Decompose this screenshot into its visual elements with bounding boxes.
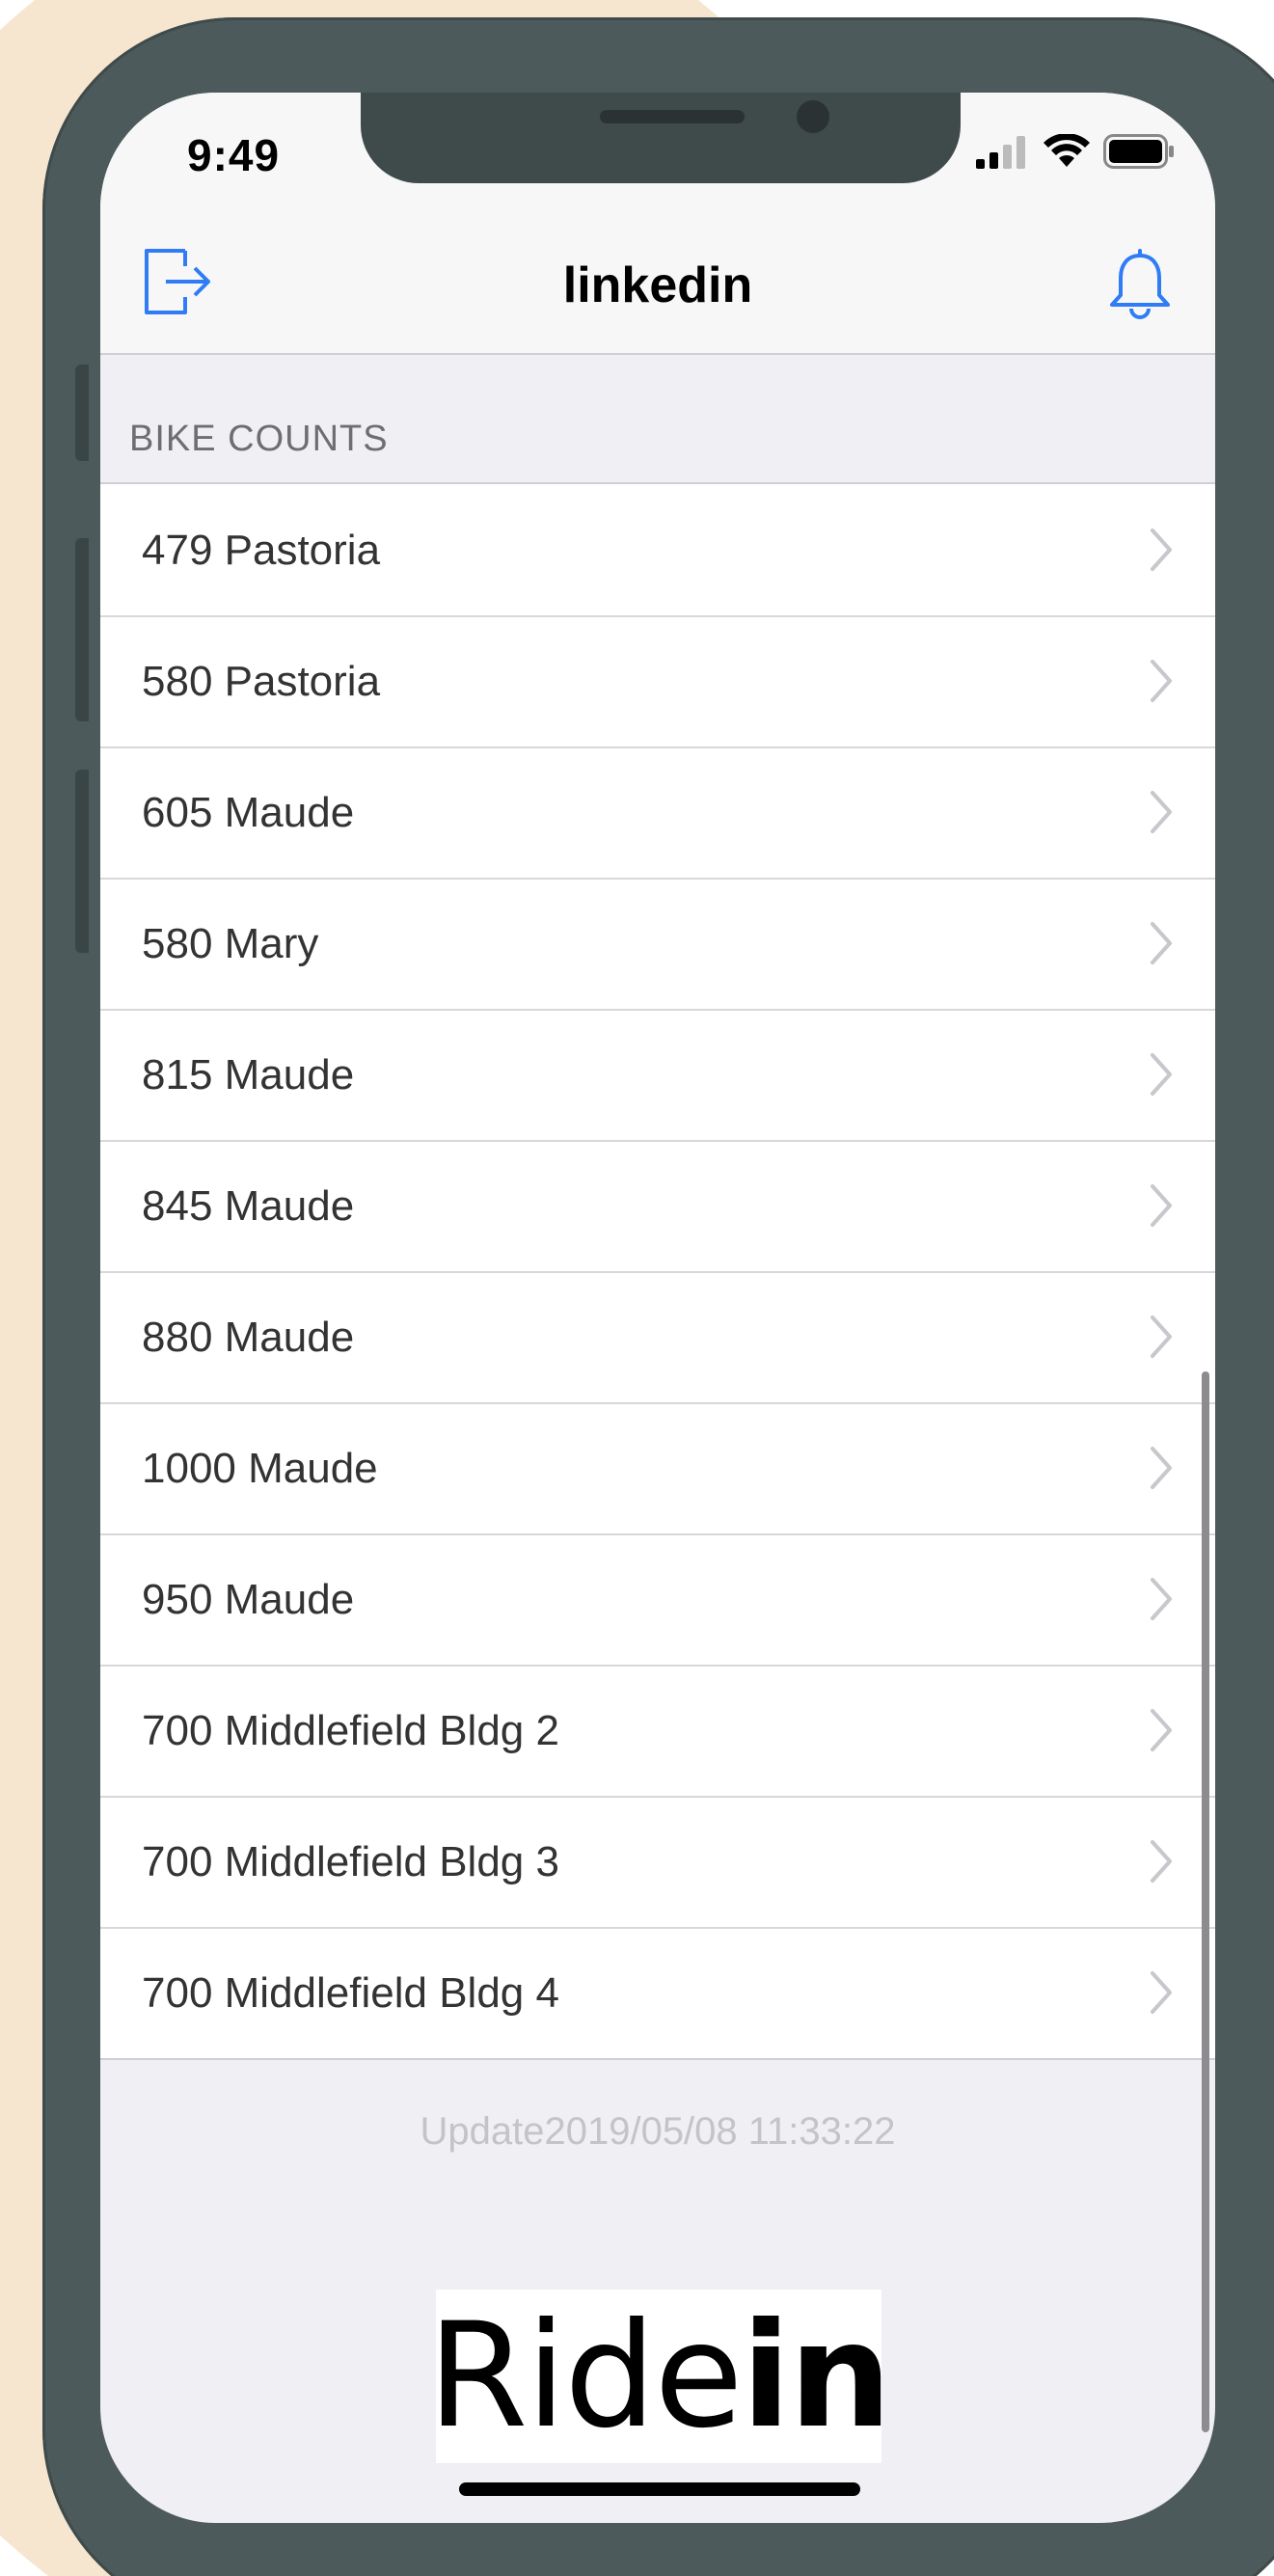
list-item-label: 605 Maude bbox=[142, 789, 355, 836]
list-item-label: 700 Middlefield Bldg 3 bbox=[142, 1838, 559, 1885]
status-time: 9:49 bbox=[187, 130, 281, 180]
status-bar: 9:49 bbox=[100, 93, 1215, 208]
list-item[interactable]: 700 Middlefield Bldg 3 bbox=[100, 1796, 1215, 1927]
list-item-label: 950 Maude bbox=[142, 1576, 355, 1623]
scroll-indicator bbox=[1202, 1371, 1209, 2432]
status-icons bbox=[976, 133, 1177, 174]
list-item[interactable]: 479 Pastoria bbox=[100, 484, 1215, 615]
list-item-label: 580 Pastoria bbox=[142, 658, 381, 705]
chevron-right-icon bbox=[1151, 1578, 1172, 1620]
cellular-signal-icon bbox=[976, 136, 1030, 174]
list-item[interactable]: 845 Maude bbox=[100, 1140, 1215, 1271]
list-item[interactable]: 1000 Maude bbox=[100, 1402, 1215, 1533]
list-item-label: 880 Maude bbox=[142, 1314, 355, 1361]
ridein-logo: Ride in bbox=[427, 2290, 892, 2463]
speaker bbox=[600, 110, 745, 123]
wifi-icon bbox=[1044, 133, 1090, 174]
list-item-label: 1000 Maude bbox=[142, 1445, 378, 1492]
chevron-right-icon bbox=[1151, 660, 1172, 702]
chevron-right-icon bbox=[1151, 922, 1172, 964]
list-item[interactable]: 580 Mary bbox=[100, 878, 1215, 1009]
notifications-button[interactable] bbox=[1107, 245, 1173, 322]
volume-up-button bbox=[75, 538, 89, 721]
bike-counts-list: 479 Pastoria 580 Pastoria 605 Maude 580 Mar… bbox=[100, 482, 1215, 2060]
section-header: BIKE COUNTS bbox=[129, 419, 389, 459]
bell-icon bbox=[1110, 249, 1170, 319]
volume-down-button bbox=[75, 770, 89, 953]
list-item-label: 815 Maude bbox=[142, 1051, 355, 1098]
battery-icon bbox=[1103, 134, 1177, 174]
chevron-right-icon bbox=[1151, 1184, 1172, 1227]
list-item[interactable]: 815 Maude bbox=[100, 1009, 1215, 1140]
list-item[interactable]: 950 Maude bbox=[100, 1533, 1215, 1665]
logo-text-bold: in bbox=[741, 2292, 892, 2460]
list-item-label: 700 Middlefield Bldg 2 bbox=[142, 1707, 559, 1754]
chevron-right-icon bbox=[1151, 1709, 1172, 1751]
list-item[interactable]: 580 Pastoria bbox=[100, 615, 1215, 746]
list-item[interactable]: 700 Middlefield Bldg 4 bbox=[100, 1927, 1215, 2058]
home-indicator[interactable] bbox=[459, 2482, 860, 2496]
phone-screen: 9:49 linkedin BIKE COUNTS 479 Pastoria 5… bbox=[100, 93, 1215, 2523]
logo-text-regular: Ride bbox=[427, 2292, 743, 2460]
chevron-right-icon bbox=[1151, 1971, 1172, 2014]
chevron-right-icon bbox=[1151, 1840, 1172, 1883]
list-item[interactable]: 700 Middlefield Bldg 2 bbox=[100, 1665, 1215, 1796]
silent-switch bbox=[75, 365, 89, 461]
notch bbox=[361, 93, 961, 183]
list-item[interactable]: 880 Maude bbox=[100, 1271, 1215, 1402]
page-title: linkedin bbox=[562, 258, 753, 313]
list-item-label: 479 Pastoria bbox=[142, 527, 381, 574]
list-item-label: 845 Maude bbox=[142, 1182, 355, 1230]
navigation-bar: linkedin bbox=[100, 208, 1215, 355]
chevron-right-icon bbox=[1151, 1053, 1172, 1096]
list-item-label: 580 Mary bbox=[142, 920, 319, 967]
chevron-right-icon bbox=[1151, 1447, 1172, 1489]
front-camera bbox=[797, 100, 829, 133]
chevron-right-icon bbox=[1151, 1315, 1172, 1358]
chevron-right-icon bbox=[1151, 529, 1172, 571]
list-item[interactable]: 605 Maude bbox=[100, 746, 1215, 878]
last-updated-text: Update2019/05/08 11:33:22 bbox=[420, 2110, 896, 2153]
list-item-label: 700 Middlefield Bldg 4 bbox=[142, 1969, 559, 2017]
chevron-right-icon bbox=[1151, 791, 1172, 833]
page: 9:49 linkedin BIKE COUNTS 479 Pastoria 5… bbox=[0, 0, 1274, 2576]
